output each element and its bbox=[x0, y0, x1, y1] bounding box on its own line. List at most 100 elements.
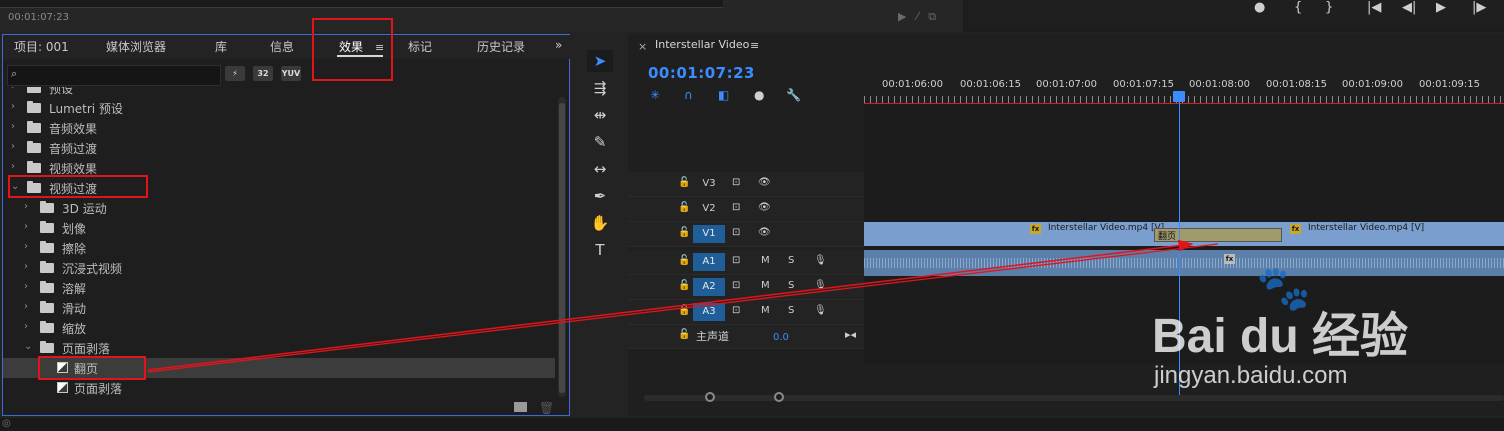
track-target-toggle[interactable]: A1 bbox=[693, 253, 725, 271]
folder-item[interactable]: › 溶解 bbox=[3, 278, 555, 298]
tab-media-browser[interactable]: 媒体浏览器 bbox=[106, 38, 166, 55]
lock-icon[interactable]: 🔓 bbox=[678, 255, 690, 266]
insert-icon[interactable]: ⧉ bbox=[928, 10, 946, 23]
lock-icon[interactable]: 🔓 bbox=[678, 280, 690, 291]
sequence-tab[interactable]: Interstellar Video bbox=[655, 38, 749, 51]
lock-icon[interactable]: 🔓 bbox=[678, 329, 690, 340]
solo-button[interactable]: S bbox=[788, 255, 794, 266]
mute-button[interactable]: M bbox=[761, 305, 770, 316]
step-back-icon[interactable]: ◀| bbox=[1402, 0, 1416, 15]
chevron-right-icon[interactable]: › bbox=[24, 261, 28, 272]
tab-info[interactable]: 信息 bbox=[270, 38, 294, 55]
slip-tool-icon[interactable]: ↔ bbox=[587, 158, 613, 180]
tabs-overflow-icon[interactable]: » bbox=[555, 38, 562, 52]
go-to-end-icon[interactable]: ▸◂ bbox=[845, 328, 856, 341]
lock-icon[interactable]: 🔓 bbox=[678, 177, 690, 188]
marker-in-icon[interactable]: ▶⁄ bbox=[898, 10, 928, 23]
wrench-icon[interactable]: 🔧 bbox=[786, 88, 801, 102]
chevron-right-icon[interactable]: › bbox=[24, 221, 28, 232]
chevron-right-icon[interactable]: › bbox=[11, 101, 15, 112]
chevron-right-icon[interactable]: › bbox=[11, 141, 15, 152]
track-target-toggle[interactable]: V2 bbox=[693, 200, 725, 218]
track-target-toggle[interactable]: A2 bbox=[693, 278, 725, 296]
sync-lock-icon[interactable]: ⊡ bbox=[732, 202, 740, 213]
razor-tool-icon[interactable]: ✎ bbox=[587, 131, 613, 153]
source-scrub-bar[interactable] bbox=[0, 0, 723, 8]
eye-icon[interactable]: 👁 bbox=[758, 202, 771, 213]
folder-item[interactable]: › 擦除 bbox=[3, 238, 555, 258]
chevron-right-icon[interactable]: › bbox=[11, 87, 15, 92]
hand-tool-icon[interactable]: ✋ bbox=[587, 212, 613, 234]
marker-icon[interactable]: ● bbox=[1254, 0, 1265, 15]
eye-icon[interactable]: 👁 bbox=[758, 227, 771, 238]
chevron-right-icon[interactable]: › bbox=[24, 321, 28, 332]
folder-item[interactable]: ⌄ 页面剥落 bbox=[3, 338, 555, 358]
mute-button[interactable]: M bbox=[761, 255, 770, 266]
folder-item[interactable]: › 滑动 bbox=[3, 298, 555, 318]
eye-icon[interactable]: 👁 bbox=[758, 177, 771, 188]
microphone-icon[interactable]: 🎙 bbox=[814, 305, 827, 316]
solo-button[interactable]: S bbox=[788, 305, 794, 316]
chevron-right-icon[interactable]: › bbox=[24, 281, 28, 292]
snap-icon[interactable]: ∩ bbox=[684, 88, 693, 102]
effects-scroll-thumb[interactable] bbox=[559, 103, 565, 393]
close-icon[interactable]: × bbox=[638, 40, 647, 53]
solo-button[interactable]: S bbox=[788, 280, 794, 291]
sync-lock-icon[interactable]: ⊡ bbox=[732, 227, 740, 238]
play-icon[interactable]: ▶ bbox=[1436, 0, 1446, 15]
mark-out-icon[interactable]: } bbox=[1325, 0, 1333, 15]
tab-history[interactable]: 历史记录 bbox=[477, 38, 525, 55]
chevron-down-icon[interactable]: ⌄ bbox=[24, 341, 32, 352]
sync-lock-icon[interactable]: ⊡ bbox=[732, 280, 740, 291]
microphone-icon[interactable]: 🎙 bbox=[814, 255, 827, 266]
zoom-handle-right[interactable] bbox=[774, 392, 784, 402]
folder-item[interactable]: › 沉浸式视频 bbox=[3, 258, 555, 278]
linked-selection-icon[interactable]: ◧ bbox=[718, 88, 729, 102]
accelerated-effects-button[interactable]: ⚡ bbox=[225, 66, 245, 81]
folder-item[interactable]: › 音频效果 bbox=[3, 118, 555, 138]
zoom-handle-left[interactable] bbox=[705, 392, 715, 402]
lock-icon[interactable]: 🔓 bbox=[678, 227, 690, 238]
chevron-right-icon[interactable]: › bbox=[24, 301, 28, 312]
sync-lock-icon[interactable]: ⊡ bbox=[732, 255, 740, 266]
mark-in-icon[interactable]: { bbox=[1294, 0, 1302, 15]
step-forward-icon[interactable]: |▶ bbox=[1472, 0, 1486, 15]
folder-item[interactable]: › 划像 bbox=[3, 218, 555, 238]
folder-item[interactable]: › 3D 运动 bbox=[3, 198, 555, 218]
tab-libraries[interactable]: 库 bbox=[215, 38, 227, 55]
folder-item[interactable]: › Lumetri 预设 bbox=[3, 98, 555, 118]
tab-markers[interactable]: 标记 bbox=[408, 38, 432, 55]
sync-lock-icon[interactable]: ⊡ bbox=[732, 305, 740, 316]
new-bin-icon[interactable] bbox=[514, 402, 527, 412]
track-target-toggle[interactable]: V3 bbox=[693, 175, 725, 193]
folder-item[interactable]: › 缩放 bbox=[3, 318, 555, 338]
track-select-tool-icon[interactable]: ⇶ bbox=[587, 77, 613, 99]
go-to-in-icon[interactable]: |◀ bbox=[1367, 0, 1381, 15]
chevron-right-icon[interactable]: › bbox=[24, 241, 28, 252]
tab-project[interactable]: 项目: 001 bbox=[14, 38, 69, 55]
32bit-effects-button[interactable]: 32 bbox=[253, 66, 273, 81]
folder-item[interactable]: › 音频过渡 bbox=[3, 138, 555, 158]
folder-item[interactable]: › 预设 bbox=[3, 87, 555, 98]
lock-icon[interactable]: 🔓 bbox=[678, 305, 690, 316]
chevron-right-icon[interactable]: › bbox=[11, 161, 15, 172]
master-volume[interactable]: 0.0 bbox=[773, 332, 789, 343]
selection-tool-icon[interactable]: ➤ bbox=[587, 50, 613, 72]
nest-icon[interactable]: ✳ bbox=[650, 88, 660, 102]
mute-button[interactable]: M bbox=[761, 280, 770, 291]
sync-lock-icon[interactable]: ⊡ bbox=[732, 177, 740, 188]
track-target-toggle[interactable]: A3 bbox=[693, 303, 725, 321]
ripple-edit-tool-icon[interactable]: ⇹ bbox=[587, 104, 613, 126]
microphone-icon[interactable]: 🎙 bbox=[814, 280, 827, 291]
type-tool-icon[interactable]: T bbox=[587, 239, 613, 261]
effect-item[interactable]: 页面剥落 bbox=[3, 378, 555, 397]
chevron-right-icon[interactable]: › bbox=[11, 121, 15, 132]
sequence-menu-icon[interactable]: ≡ bbox=[750, 39, 759, 52]
lock-icon[interactable]: 🔓 bbox=[678, 202, 690, 213]
track-target-toggle[interactable]: V1 bbox=[693, 225, 725, 243]
yuv-effects-button[interactable]: YUV bbox=[281, 66, 301, 81]
pen-tool-icon[interactable]: ✒ bbox=[587, 185, 613, 207]
effects-search-input[interactable] bbox=[7, 65, 221, 86]
chevron-right-icon[interactable]: › bbox=[24, 201, 28, 212]
add-marker-icon[interactable]: ● bbox=[754, 88, 764, 102]
